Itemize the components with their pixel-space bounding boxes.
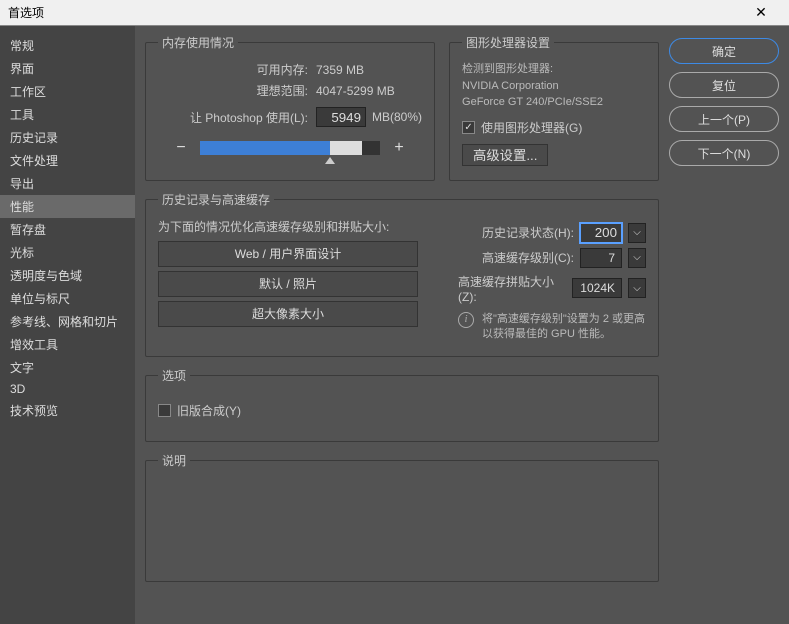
cache-levels-value[interactable]: 7 <box>580 248 622 268</box>
sidebar-item-0[interactable]: 常规 <box>0 34 135 57</box>
gpu-legend: 图形处理器设置 <box>462 34 554 51</box>
sidebar-item-2[interactable]: 工作区 <box>0 80 135 103</box>
sidebar-item-7[interactable]: 性能 <box>0 195 135 218</box>
sidebar-item-9[interactable]: 光标 <box>0 241 135 264</box>
sidebar-item-11[interactable]: 单位与标尺 <box>0 287 135 310</box>
sidebar-item-13[interactable]: 增效工具 <box>0 333 135 356</box>
sidebar-item-6[interactable]: 导出 <box>0 172 135 195</box>
legacy-compositing-checkbox[interactable] <box>158 404 171 417</box>
sidebar-item-10[interactable]: 透明度与色域 <box>0 264 135 287</box>
sidebar-item-4[interactable]: 历史记录 <box>0 126 135 149</box>
ideal-value: 4047-5299 MB <box>316 84 422 98</box>
slider-plus-button[interactable]: + <box>390 139 408 157</box>
slider-thumb-icon[interactable] <box>325 157 335 164</box>
gpu-model: GeForce GT 240/PCIe/SSE2 <box>462 94 646 111</box>
tile-size-dropdown[interactable] <box>628 278 646 298</box>
legacy-compositing-label: 旧版合成(Y) <box>177 402 241 419</box>
avail-label: 可用内存: <box>158 61 308 78</box>
memory-input[interactable] <box>316 107 366 127</box>
preset-button-2[interactable]: 超大像素大小 <box>158 301 418 327</box>
options-legend: 选项 <box>158 367 190 384</box>
content-area: 内存使用情况 可用内存: 7359 MB 理想范围: 4047-5299 MB … <box>135 26 669 624</box>
ok-button[interactable]: 确定 <box>669 38 779 64</box>
sidebar-item-8[interactable]: 暂存盘 <box>0 218 135 241</box>
sidebar-item-12[interactable]: 参考线、网格和切片 <box>0 310 135 333</box>
cache-levels-dropdown[interactable] <box>628 248 646 268</box>
history-group: 历史记录与高速缓存 为下面的情况优化高速缓存级别和拼贴大小: Web / 用户界… <box>145 191 659 358</box>
use-gpu-label: 使用图形处理器(G) <box>481 119 582 136</box>
titlebar: 首选项 ✕ <box>0 0 789 26</box>
next-button[interactable]: 下一个(N) <box>669 140 779 166</box>
close-icon[interactable]: ✕ <box>741 4 781 21</box>
prev-button[interactable]: 上一个(P) <box>669 106 779 132</box>
sidebar-item-14[interactable]: 文字 <box>0 356 135 379</box>
sidebar-item-16[interactable]: 技术预览 <box>0 399 135 422</box>
description-legend: 说明 <box>158 452 190 469</box>
tile-label: 高速缓存拼贴大小(Z): <box>458 273 566 304</box>
sidebar-item-15[interactable]: 3D <box>0 379 135 399</box>
gpu-group: 图形处理器设置 检测到图形处理器: NVIDIA Corporation GeF… <box>449 34 659 181</box>
sidebar-item-5[interactable]: 文件处理 <box>0 149 135 172</box>
states-label: 历史记录状态(H): <box>482 224 574 241</box>
history-states-input[interactable] <box>580 223 622 243</box>
use-gpu-checkbox[interactable]: ✓ <box>462 121 475 134</box>
use-label: 让 Photoshop 使用(L): <box>158 109 308 126</box>
sidebar: 常规界面工作区工具历史记录文件处理导出性能暂存盘光标透明度与色域单位与标尺参考线… <box>0 26 135 624</box>
gpu-vendor: NVIDIA Corporation <box>462 78 646 95</box>
avail-value: 7359 MB <box>316 63 422 77</box>
right-buttons: 确定 复位 上一个(P) 下一个(N) <box>669 26 789 624</box>
cache-tip: 将"高速缓存级别"设置为 2 或更高以获得最佳的 GPU 性能。 <box>482 312 646 343</box>
window-title: 首选项 <box>8 4 741 21</box>
options-group: 选项 旧版合成(Y) <box>145 367 659 442</box>
preset-button-1[interactable]: 默认 / 照片 <box>158 271 418 297</box>
history-states-dropdown[interactable] <box>628 223 646 243</box>
preset-button-0[interactable]: Web / 用户界面设计 <box>158 241 418 267</box>
sidebar-item-3[interactable]: 工具 <box>0 103 135 126</box>
history-legend: 历史记录与高速缓存 <box>158 191 274 208</box>
memory-legend: 内存使用情况 <box>158 34 238 51</box>
ideal-label: 理想范围: <box>158 82 308 99</box>
gpu-detected-label: 检测到图形处理器: <box>462 61 646 78</box>
use-unit: MB(80%) <box>372 110 422 124</box>
gpu-advanced-button[interactable]: 高级设置... <box>462 144 548 166</box>
slider-minus-button[interactable]: − <box>172 139 190 157</box>
info-icon: i <box>458 312 474 328</box>
optimize-label: 为下面的情况优化高速缓存级别和拼贴大小: <box>158 218 438 235</box>
tile-size-value[interactable]: 1024K <box>572 278 622 298</box>
levels-label: 高速缓存级别(C): <box>482 249 574 266</box>
description-group: 说明 <box>145 452 659 582</box>
memory-group: 内存使用情况 可用内存: 7359 MB 理想范围: 4047-5299 MB … <box>145 34 435 181</box>
reset-button[interactable]: 复位 <box>669 72 779 98</box>
sidebar-item-1[interactable]: 界面 <box>0 57 135 80</box>
memory-slider[interactable] <box>200 141 380 155</box>
